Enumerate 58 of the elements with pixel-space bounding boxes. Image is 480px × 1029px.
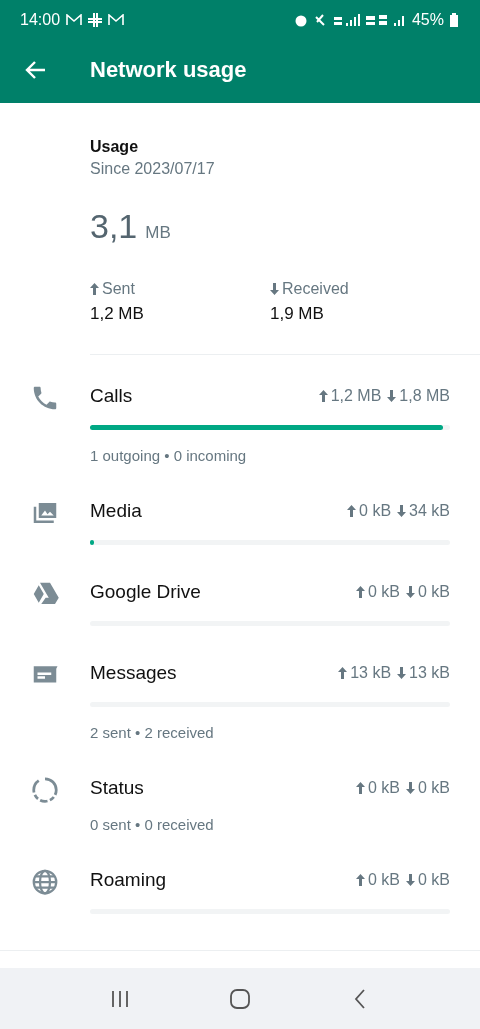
status-ring-icon [30, 775, 60, 805]
recents-icon [111, 989, 129, 1008]
arrow-down-icon [387, 390, 397, 402]
grid-app-icon [88, 13, 103, 27]
arrow-up-icon [90, 283, 99, 295]
arrow-up-icon [347, 505, 357, 517]
usage-detail: 1 outgoing • 0 incoming [90, 447, 248, 464]
sent-value: 1,2 MB [90, 304, 145, 324]
arrow-up-icon [355, 782, 365, 794]
mail-icon [108, 14, 125, 26]
received-label: Received [282, 279, 349, 299]
arrow-down-icon [397, 505, 407, 517]
arrow-down-icon [406, 874, 415, 886]
since-date: Since 2023/07/17 [90, 159, 216, 179]
arrow-up-icon [338, 667, 348, 679]
category-title: Media [90, 500, 142, 522]
home-icon [230, 988, 250, 1009]
total-unit: MB [145, 223, 171, 243]
usage-detail: 0 sent • 0 received [90, 816, 215, 833]
sent-amount: 0 kB [359, 502, 392, 520]
arrow-up-icon [355, 874, 365, 886]
usage-label: Usage [90, 137, 140, 157]
usage-detail: 2 sent • 2 received [90, 724, 215, 741]
received-value: 1,9 MB [270, 304, 325, 324]
total-usage: 3,1 [90, 207, 138, 246]
category-title: Status [90, 777, 144, 799]
back-arrow-icon [24, 59, 46, 80]
arrow-down-icon [406, 782, 415, 794]
sent-amount: 0 kB [367, 871, 400, 889]
mail-icon [66, 14, 83, 26]
received-amount: 0 kB [418, 871, 450, 889]
received-amount: 1,8 MB [399, 387, 450, 405]
chevron-left-icon [354, 988, 366, 1009]
signal-icon [365, 13, 406, 27]
screen-title: Network usage [90, 56, 247, 83]
arrow-down-icon [397, 667, 407, 679]
sent-amount: 13 kB [350, 664, 392, 682]
category-title: Messages [90, 662, 177, 684]
received-amount: 0 kB [418, 583, 450, 601]
battery-percent: 45% [411, 11, 444, 29]
received-amount: 34 kB [409, 502, 450, 520]
arrow-up-icon [355, 586, 365, 598]
sent-amount: 0 kB [367, 779, 400, 797]
sent-label: Sent [102, 279, 135, 299]
arrow-down-icon [270, 283, 279, 295]
signal-icon [333, 13, 360, 27]
arrow-down-icon [406, 586, 415, 598]
clock-time: 14:00 [20, 11, 61, 29]
received-amount: 0 kB [418, 779, 450, 797]
category-title: Google Drive [90, 581, 201, 603]
arrow-up-icon [318, 390, 328, 402]
received-amount: 13 kB [409, 664, 450, 682]
category-title: Roaming [90, 869, 167, 891]
category-title: Calls [90, 385, 133, 407]
sent-amount: 1,2 MB [330, 387, 382, 405]
sent-amount: 0 kB [367, 583, 400, 601]
globe-icon [30, 867, 60, 897]
battery-icon [450, 13, 458, 27]
